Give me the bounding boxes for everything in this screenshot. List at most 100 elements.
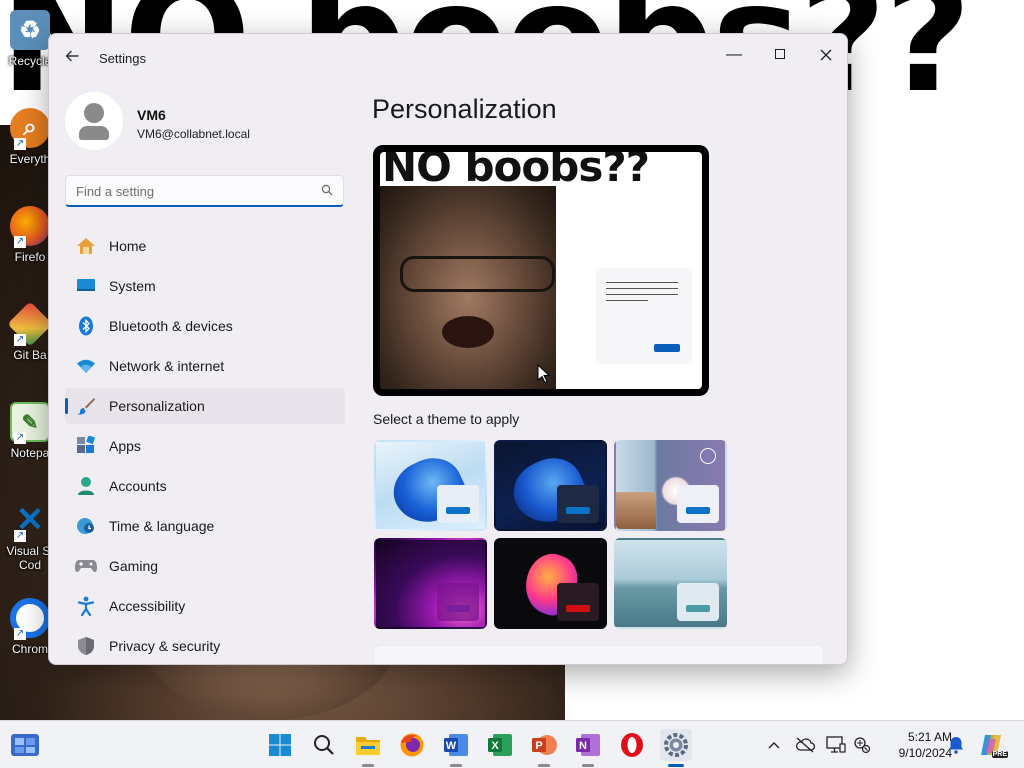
file-explorer-icon <box>356 737 380 755</box>
user-profile[interactable]: VM6 VM6@collabnet.local <box>65 92 365 152</box>
network-disconnected-icon <box>854 737 871 754</box>
bluetooth-icon <box>75 316 97 336</box>
taskbar: W X P N 5:21 AM 9/10/2024 PRE <box>0 720 1024 768</box>
shortcut-arrow-icon: ↗ <box>14 138 26 150</box>
sidebar-nav: Home System Bluetooth & devices Network … <box>65 228 345 664</box>
shortcut-arrow-icon: ↗ <box>14 432 26 444</box>
theme-grid <box>374 440 730 630</box>
svg-text:P: P <box>535 740 542 752</box>
svg-text:W: W <box>446 740 457 752</box>
svg-text:X: X <box>491 740 499 752</box>
accessibility-icon <box>75 596 97 616</box>
search-icon <box>314 735 334 755</box>
word-icon: W <box>444 734 468 756</box>
back-arrow-icon <box>65 50 79 62</box>
taskbar-firefox[interactable] <box>396 729 428 761</box>
cloud-offline-icon <box>796 737 815 753</box>
theme-windows-spotlight[interactable] <box>614 440 727 531</box>
taskbar-onenote[interactable]: N <box>572 729 604 767</box>
taskbar-settings[interactable] <box>660 729 692 767</box>
theme-flow[interactable] <box>614 538 727 629</box>
clock-time: 5:21 AM <box>907 730 952 744</box>
sidebar-item-system[interactable]: System <box>65 268 345 304</box>
globe-clock-icon <box>75 516 97 536</box>
shortcut-arrow-icon: ↗ <box>14 334 26 346</box>
firefox-icon <box>400 733 424 757</box>
display-tray-button[interactable] <box>826 735 846 755</box>
taskbar-file-explorer[interactable] <box>352 729 384 767</box>
system-icon <box>75 276 97 296</box>
apps-icon <box>75 436 97 456</box>
network-tray-button[interactable] <box>852 735 872 755</box>
mouse-cursor-icon <box>537 364 551 384</box>
start-button[interactable] <box>264 729 296 761</box>
copilot-button[interactable]: PRE <box>978 732 1008 758</box>
preview-sample-button <box>654 344 680 352</box>
main-content: Personalization NO boobs?? Select a them… <box>371 34 847 664</box>
opera-icon <box>621 733 643 757</box>
search-box[interactable] <box>65 175 344 207</box>
theme-glow[interactable] <box>374 538 487 629</box>
powerpoint-icon: P <box>532 735 557 755</box>
preview-wallpaper-photo <box>380 186 556 389</box>
theme-captured-motion[interactable] <box>494 538 607 629</box>
shortcut-arrow-icon: ↗ <box>14 236 26 248</box>
svg-text:N: N <box>579 740 587 752</box>
back-button[interactable] <box>61 48 83 70</box>
avatar <box>65 92 123 150</box>
taskbar-powerpoint[interactable]: P <box>528 729 560 767</box>
settings-window: Settings — VM6 VM6@collabnet.local Home … <box>48 33 848 665</box>
search-icon <box>321 184 333 196</box>
copilot-preview-badge: PRE <box>991 751 1008 758</box>
sidebar-item-personalization[interactable]: Personalization <box>65 388 345 424</box>
sidebar-item-gaming[interactable]: Gaming <box>65 548 345 584</box>
sidebar-item-home[interactable]: Home <box>65 228 345 264</box>
next-settings-card <box>375 646 823 664</box>
sidebar-item-apps[interactable]: Apps <box>65 428 345 464</box>
sidebar-item-network[interactable]: Network & internet <box>65 348 345 384</box>
sidebar-item-accounts[interactable]: Accounts <box>65 468 345 504</box>
excel-icon: X <box>488 734 512 756</box>
clock-date: 9/10/2024 <box>898 746 952 760</box>
monitor-icon <box>826 736 846 753</box>
recycle-bin-icon: ♻ <box>10 10 50 50</box>
gamepad-icon <box>75 556 97 576</box>
taskbar-search-button[interactable] <box>308 729 340 761</box>
bell-icon <box>949 737 963 754</box>
home-icon <box>75 236 97 256</box>
shortcut-arrow-icon: ↗ <box>14 628 26 640</box>
chevron-up-icon <box>768 742 780 749</box>
widgets-button[interactable] <box>8 729 42 761</box>
onenote-icon: N <box>576 734 600 756</box>
shield-icon <box>75 636 97 656</box>
widgets-icon <box>11 734 39 756</box>
settings-icon <box>664 733 688 757</box>
taskbar-word[interactable]: W <box>440 729 472 767</box>
notifications-button[interactable] <box>946 735 966 755</box>
theme-windows-light[interactable] <box>374 440 487 531</box>
preview-sample-window <box>596 268 692 364</box>
page-title: Personalization <box>372 94 557 124</box>
window-title: Settings <box>99 51 146 66</box>
start-icon <box>269 734 291 756</box>
user-email: VM6@collabnet.local <box>137 127 250 141</box>
brush-icon <box>75 396 97 416</box>
onedrive-tray-button[interactable] <box>795 735 815 755</box>
taskbar-opera[interactable] <box>616 729 648 761</box>
themes-label: Select a theme to apply <box>373 411 520 427</box>
show-hidden-icons-button[interactable] <box>764 735 784 755</box>
selection-indicator <box>65 398 68 414</box>
sidebar-item-bluetooth[interactable]: Bluetooth & devices <box>65 308 345 344</box>
theme-windows-dark[interactable] <box>494 440 607 531</box>
search-input[interactable] <box>76 182 306 200</box>
sidebar-item-accessibility[interactable]: Accessibility <box>65 588 345 624</box>
shortcut-arrow-icon: ↗ <box>14 530 26 542</box>
theme-preview: NO boobs?? <box>373 145 709 396</box>
sidebar-item-time-language[interactable]: Time & language <box>65 508 345 544</box>
wifi-icon <box>75 356 97 376</box>
user-name: VM6 <box>137 107 166 123</box>
clock[interactable]: 5:21 AM 9/10/2024 <box>876 729 952 761</box>
sidebar-item-privacy-security[interactable]: Privacy & security <box>65 628 345 664</box>
accounts-icon <box>75 476 97 496</box>
taskbar-excel[interactable]: X <box>484 729 516 761</box>
